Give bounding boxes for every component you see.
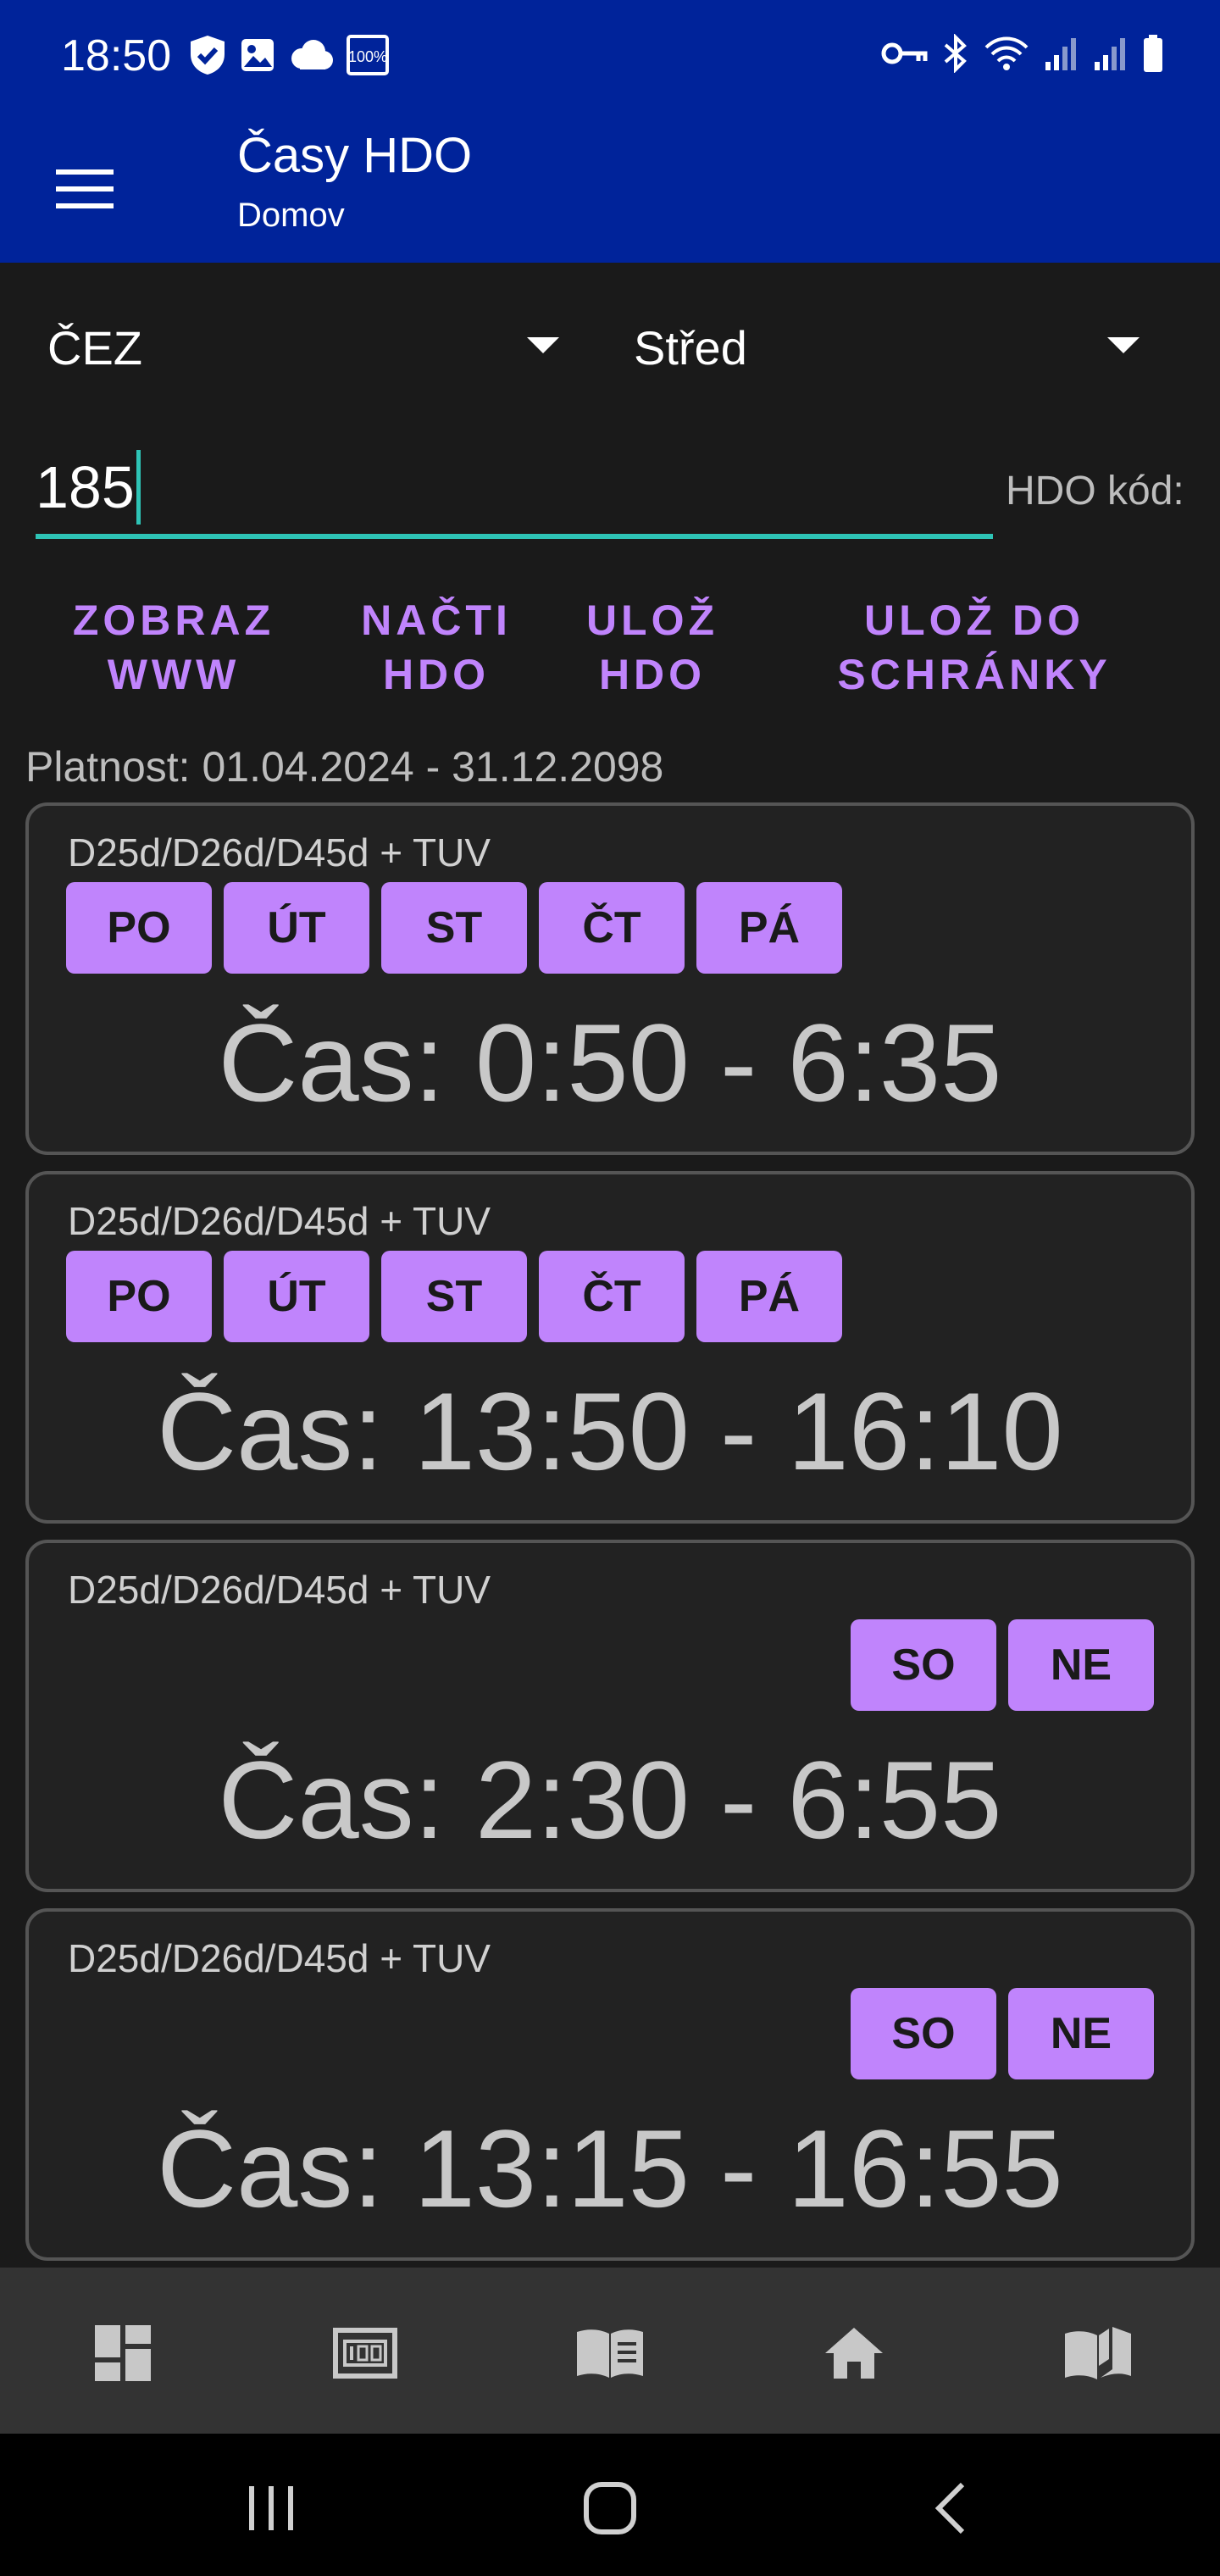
- nav-book-list[interactable]: [572, 2317, 648, 2393]
- dashboard-icon: [93, 2323, 152, 2387]
- region-dropdown[interactable]: Střed: [634, 305, 1142, 390]
- back-button[interactable]: [908, 2468, 993, 2552]
- card-time: Čas: 0:50 - 6:35: [218, 1001, 1002, 1124]
- card-tariff: D25d/D26d/D45d + TUV: [68, 1936, 491, 1980]
- day-chip: SO: [851, 1619, 996, 1711]
- region-value: Střed: [634, 320, 747, 375]
- card-tariff: D25d/D26d/D45d + TUV: [68, 1568, 491, 1612]
- battery-saver-100-icon: 100%: [346, 34, 390, 76]
- time-card: D25d/D26d/D45d + TUV SO NE Čas: 13:15 - …: [25, 1908, 1195, 2261]
- card-tariff: D25d/D26d/D45d + TUV: [68, 830, 491, 874]
- status-time: 18:50: [61, 31, 172, 80]
- time-card: D25d/D26d/D45d + TUV SO NE Čas: 2:30 - 6…: [25, 1540, 1195, 1892]
- wifi-icon: [983, 34, 1030, 73]
- signal-icon: [1093, 35, 1128, 72]
- day-chip: ČT: [539, 882, 685, 974]
- hdo-code-value: 185: [36, 454, 135, 520]
- map-book-icon: [1063, 2325, 1133, 2385]
- signal-icon: [1044, 35, 1079, 72]
- day-chip: ÚT: [224, 882, 369, 974]
- save-hdo-button[interactable]: ULOŽ HDO: [568, 593, 737, 702]
- recent-apps-button[interactable]: [229, 2468, 313, 2552]
- day-chip: SO: [851, 1988, 996, 2079]
- day-chip: PO: [66, 882, 212, 974]
- day-chip: ÚT: [224, 1251, 369, 1342]
- day-chip: PÁ: [696, 882, 842, 974]
- dropdown-arrow-icon: [1107, 337, 1140, 353]
- app-bar: Časy HDO Domov: [0, 119, 1220, 263]
- day-chip: NE: [1008, 1619, 1154, 1711]
- card-time: Čas: 13:50 - 16:10: [157, 1369, 1063, 1493]
- save-to-clipboard-button[interactable]: ULOŽ DO SCHRÁNKY: [813, 593, 1135, 702]
- nav-meter[interactable]: [327, 2317, 403, 2393]
- cloud-icon: [288, 38, 334, 72]
- show-www-button[interactable]: ZOBRAZ WWW: [59, 593, 288, 702]
- menu-button[interactable]: [51, 157, 119, 225]
- load-hdo-button[interactable]: NAČTI HDO: [339, 593, 534, 702]
- day-chip: PÁ: [696, 1251, 842, 1342]
- day-chip: ČT: [539, 1251, 685, 1342]
- text-caret: [136, 450, 141, 525]
- status-bar: 18:50 100%: [0, 0, 1220, 119]
- time-card: D25d/D26d/D45d + TUV PO ÚT ST ČT PÁ Čas:…: [25, 1171, 1195, 1524]
- bottom-navigation: [0, 2268, 1220, 2434]
- shield-check-icon: [188, 34, 227, 76]
- bluetooth-icon: [942, 34, 969, 73]
- nav-home[interactable]: [816, 2317, 892, 2393]
- card-time: Čas: 2:30 - 6:55: [218, 1738, 1002, 1862]
- card-tariff: D25d/D26d/D45d + TUV: [68, 1199, 491, 1243]
- svg-text:100%: 100%: [348, 48, 387, 65]
- provider-value: ČEZ: [47, 320, 142, 375]
- home-icon: [824, 2326, 884, 2384]
- app-subtitle: Domov: [237, 197, 345, 234]
- image-icon: [239, 36, 276, 74]
- card-time: Čas: 13:15 - 16:55: [157, 2107, 1063, 2230]
- back-chevron-icon: [932, 2481, 969, 2540]
- battery-icon: [1142, 34, 1164, 73]
- key-icon: [881, 39, 929, 68]
- hamburger-menu-icon: [56, 168, 114, 214]
- day-chips: PO ÚT ST ČT PÁ: [66, 1251, 1154, 1344]
- home-circle-icon: [582, 2480, 638, 2540]
- status-left-icons: 100%: [188, 34, 390, 76]
- hdo-code-input[interactable]: 185: [36, 441, 993, 539]
- validity-text: Platnost: 01.04.2024 - 31.12.2098: [25, 743, 664, 791]
- hdo-code-label: HDO kód:: [1006, 469, 1184, 514]
- nav-map-book[interactable]: [1060, 2317, 1136, 2393]
- nav-dashboard[interactable]: [85, 2317, 161, 2393]
- day-chip: ST: [381, 1251, 527, 1342]
- day-chip: ST: [381, 882, 527, 974]
- provider-dropdown[interactable]: ČEZ: [47, 305, 559, 390]
- day-chips: SO NE: [66, 1619, 1154, 1713]
- day-chip: NE: [1008, 1988, 1154, 2079]
- dropdown-arrow-icon: [527, 337, 559, 353]
- meter-icon: [333, 2327, 397, 2383]
- status-right-icons: [881, 34, 1164, 73]
- system-navigation-bar: [0, 2434, 1220, 2576]
- day-chips: SO NE: [66, 1988, 1154, 2081]
- day-chip: PO: [66, 1251, 212, 1342]
- time-card: D25d/D26d/D45d + TUV PO ÚT ST ČT PÁ Čas:…: [25, 802, 1195, 1155]
- recent-apps-icon: [244, 2484, 298, 2536]
- app-title: Časy HDO: [237, 128, 473, 183]
- home-button[interactable]: [568, 2468, 652, 2552]
- day-chips: PO ÚT ST ČT PÁ: [66, 882, 1154, 975]
- book-list-icon: [575, 2327, 645, 2384]
